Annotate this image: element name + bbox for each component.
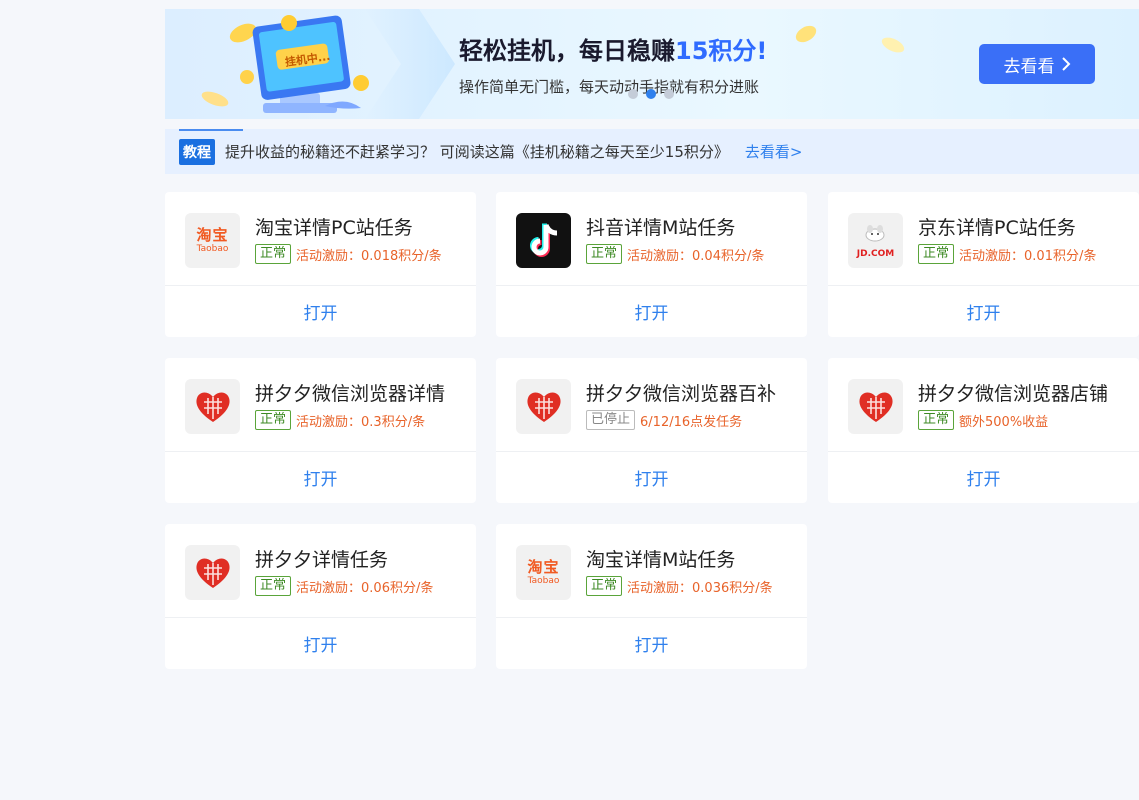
pinduoduo-icon (185, 379, 240, 434)
status-badge: 正常 (918, 410, 955, 430)
open-task-button[interactable]: 打开 (828, 452, 1139, 503)
task-reward: 活动激励：0.036积分/条 (627, 580, 773, 596)
task-card: JD.COM 京东详情PC站任务 正常 活动激励：0.01积分/条 打开 (828, 192, 1139, 337)
task-name: 拼夕夕详情任务 (255, 549, 389, 571)
task-reward: 活动激励：0.01积分/条 (959, 248, 1097, 264)
task-card: 拼夕夕详情任务 正常 活动激励：0.06积分/条 打开 (165, 524, 476, 669)
task-reward: 活动激励：0.3积分/条 (296, 414, 426, 430)
banner-decoration (365, 9, 455, 119)
task-card: 拼夕夕微信浏览器店铺 正常 额外500%收益 打开 (828, 358, 1139, 503)
task-name: 京东详情PC站任务 (918, 217, 1076, 239)
task-card: 抖音详情M站任务 正常 活动激励：0.04积分/条 打开 (496, 192, 807, 337)
status-badge: 正常 (255, 244, 292, 264)
status-badge: 已停止 (586, 410, 636, 430)
pinduoduo-icon (848, 379, 903, 434)
task-reward: 6/12/16点发任务 (640, 414, 743, 430)
taobao-icon: 淘宝 Taobao (516, 545, 571, 600)
task-name: 拼夕夕微信浏览器详情 (255, 383, 446, 405)
open-task-button[interactable]: 打开 (165, 618, 476, 669)
tiktok-icon (516, 213, 571, 268)
task-reward: 活动激励：0.04积分/条 (627, 248, 765, 264)
banner-go-button[interactable]: 去看看 (979, 44, 1095, 84)
task-card: 拼夕夕微信浏览器百补 已停止 6/12/16点发任务 打开 (496, 358, 807, 503)
open-task-button[interactable]: 打开 (496, 286, 807, 337)
status-badge: 正常 (255, 410, 292, 430)
status-badge: 正常 (586, 244, 623, 264)
status-badge: 正常 (586, 576, 623, 596)
task-reward: 活动激励：0.06积分/条 (296, 580, 434, 596)
task-name: 拼夕夕微信浏览器百补 (586, 383, 777, 405)
carousel-indicator (628, 89, 674, 99)
coin-decoration (792, 22, 820, 46)
task-card: 淘宝 Taobao 淘宝详情M站任务 正常 活动激励：0.036积分/条 打开 (496, 524, 807, 669)
status-badge: 正常 (918, 244, 955, 264)
open-task-button[interactable]: 打开 (496, 618, 807, 669)
open-task-button[interactable]: 打开 (828, 286, 1139, 337)
carousel-dot[interactable] (664, 89, 674, 99)
task-reward: 额外500%收益 (959, 414, 1049, 430)
pinduoduo-icon (185, 545, 240, 600)
task-name: 淘宝详情M站任务 (586, 549, 736, 571)
notice-tag: 教程 (179, 138, 215, 165)
task-name: 拼夕夕微信浏览器店铺 (918, 383, 1109, 405)
notice-accent (179, 129, 243, 131)
taobao-icon: 淘宝 Taobao (185, 213, 240, 268)
tutorial-notice: 教程 提升收益的秘籍还不赶紧学习？ 可阅读这篇《挂机秘籍之每天至少15积分》 去… (165, 129, 1139, 174)
open-task-button[interactable]: 打开 (165, 452, 476, 503)
carousel-dot[interactable] (628, 89, 638, 99)
notice-link[interactable]: 去看看> (745, 141, 803, 162)
task-card: 淘宝 Taobao 淘宝详情PC站任务 正常 活动激励：0.018积分/条 打开 (165, 192, 476, 337)
promo-banner[interactable]: 挂机中... 轻松挂机，每日稳赚15积分! 操作简单无门槛，每天动动手指就有积分… (165, 9, 1139, 119)
banner-title: 轻松挂机，每日稳赚15积分! (459, 37, 768, 65)
task-name: 淘宝详情PC站任务 (255, 217, 413, 239)
task-reward: 活动激励：0.018积分/条 (296, 248, 442, 264)
chevron-right-icon (1061, 57, 1070, 71)
status-badge: 正常 (255, 576, 292, 596)
banner-subtitle: 操作简单无门槛，每天动动手指就有积分进账 (459, 78, 760, 96)
pinduoduo-icon (516, 379, 571, 434)
coin-decoration (879, 34, 907, 56)
jd-icon: JD.COM (848, 213, 903, 268)
carousel-dot-active[interactable] (646, 89, 656, 99)
open-task-button[interactable]: 打开 (496, 452, 807, 503)
open-task-button[interactable]: 打开 (165, 286, 476, 337)
task-name: 抖音详情M站任务 (586, 217, 736, 239)
task-card: 拼夕夕微信浏览器详情 正常 活动激励：0.3积分/条 打开 (165, 358, 476, 503)
computer-illustration-icon: 挂机中... (201, 15, 369, 113)
notice-text: 提升收益的秘籍还不赶紧学习？ 可阅读这篇《挂机秘籍之每天至少15积分》 (225, 143, 729, 161)
